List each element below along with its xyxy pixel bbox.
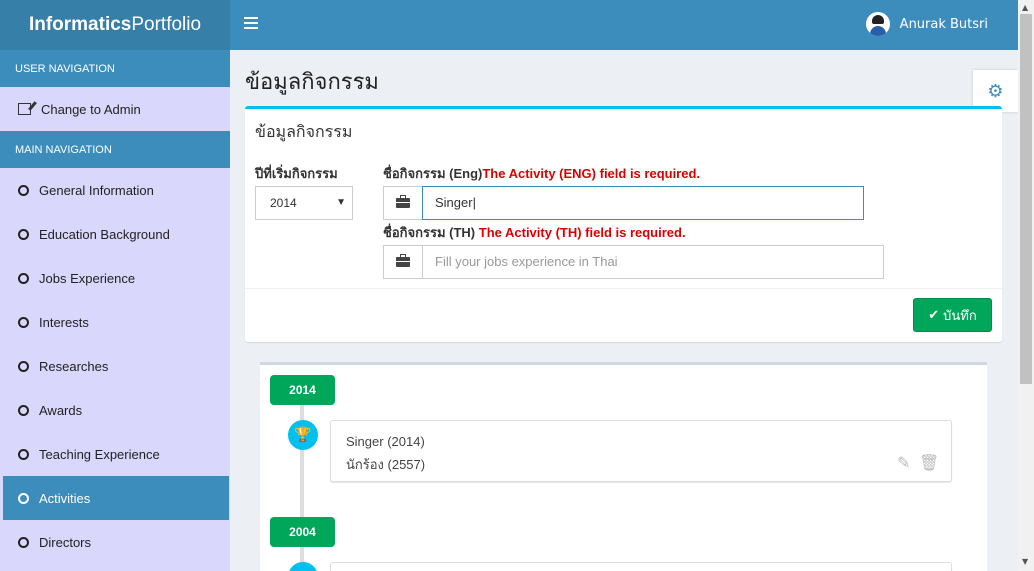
th-label: ชื่อกิจกรรม (TH) (383, 225, 476, 240)
activity-eng-input[interactable]: Singer| (422, 186, 864, 220)
year-label: ปีที่เริ่มกิจกรรม (255, 166, 338, 181)
sidebar-item-label: Jobs Experience (39, 270, 136, 286)
eng-label-row: ชื่อกิจกรรม (Eng)The Activity (ENG) fiel… (383, 163, 700, 184)
trash-icon[interactable]: 🗑 (919, 453, 939, 472)
activity-form-box: ข้อมูลกิจกรรม ปีที่เริ่มกิจกรรม 2014 ▼ ช… (245, 106, 1002, 342)
sidebar-item-interests[interactable]: Interests (0, 300, 230, 344)
user-menu[interactable]: Anurak Butsri (865, 12, 988, 36)
sidebar-item-jobs-experience[interactable]: Jobs Experience (0, 256, 230, 300)
gear-icon: ⚙ (987, 80, 1004, 102)
avatar (865, 12, 890, 36)
top-navbar: Anurak Butsri (230, 0, 1018, 50)
circle-icon (18, 404, 29, 416)
scrollbar-thumb[interactable] (1020, 14, 1032, 384)
page-title: ข้อมูลกิจกรรม (245, 70, 379, 95)
sidebar-item-label: Change to Admin (41, 101, 141, 117)
activity-th-input[interactable]: Fill your jobs experience in Thai (422, 245, 884, 279)
brand-logo[interactable]: Informatics Portfolio (0, 0, 230, 50)
th-addon (383, 245, 423, 279)
sidebar-item-general-information[interactable]: General Information (0, 168, 230, 212)
sidebar-item-education-background[interactable]: Education Background (0, 212, 230, 256)
sidebar: USER NAVIGATION Change to Admin MAIN NAV… (0, 50, 230, 571)
th-label-row: ชื่อกิจกรรม (TH) The Activity (TH) field… (383, 222, 686, 243)
circle-icon (18, 272, 29, 284)
year-select[interactable]: 2014 ▼ (255, 186, 353, 220)
sidebar-item-change-admin[interactable]: Change to Admin (0, 87, 230, 131)
sidebar-item-label: Education Background (39, 226, 170, 242)
sidebar-item-label: Awards (39, 402, 83, 418)
caret-down-icon: ▼ (336, 197, 346, 208)
sidebar-item-researches[interactable]: Researches (0, 344, 230, 388)
edit-icon (18, 103, 31, 115)
timeline-year-label: 2014 (270, 375, 335, 405)
divider (245, 288, 1002, 289)
sidebar-item-label: Directors (39, 534, 92, 550)
save-label: บันทึก (943, 307, 977, 323)
brand-bold: Informatics (28, 14, 132, 35)
brand-light: Portfolio (131, 14, 202, 35)
user-nav-header: USER NAVIGATION (0, 50, 230, 87)
circle-icon (18, 184, 29, 196)
timeline-year-label: 2004 (270, 517, 335, 547)
circle-icon (18, 316, 29, 328)
circle-icon (18, 448, 29, 460)
timeline-item: Singer (2014) นักร้อง (2557) ✎ 🗑 (330, 420, 952, 482)
sidebar-item-label: Researches (39, 358, 109, 374)
sidebar-item-label: Interests (39, 314, 89, 330)
eng-value: Singer (435, 195, 473, 210)
eng-label: ชื่อกิจกรรม (Eng) (383, 166, 483, 181)
sidebar-item-label: Teaching Experience (39, 446, 160, 462)
sidebar-item-label: Activities (39, 490, 91, 506)
check-icon: ✔ (928, 307, 940, 322)
sidebar-item-teaching-experience[interactable]: Teaching Experience (0, 432, 230, 476)
circle-icon (18, 492, 29, 504)
sidebar-item-directors[interactable]: Directors (0, 520, 230, 564)
circle-icon (18, 536, 29, 548)
briefcase-icon (396, 254, 410, 267)
save-button[interactable]: ✔ บันทึก (913, 298, 992, 332)
activity-th-text: นักร้อง (2557) (346, 457, 426, 472)
scroll-down-icon[interactable]: ▼ (1022, 557, 1028, 566)
menu-toggle-icon[interactable] (244, 17, 258, 31)
main-nav-header: MAIN NAVIGATION (0, 131, 230, 168)
eng-addon (383, 186, 423, 220)
circle-icon (18, 360, 29, 372)
sidebar-item-awards[interactable]: Awards (0, 388, 230, 432)
activity-eng-text: Singer (2014) (346, 434, 425, 449)
scroll-up-icon[interactable]: ▲ (1022, 3, 1028, 12)
th-placeholder: Fill your jobs experience in Thai (435, 254, 618, 269)
sidebar-item-activities[interactable]: Activities (3, 476, 229, 520)
circle-icon (18, 228, 29, 240)
th-error: The Activity (TH) field is required. (478, 225, 686, 240)
box-title: ข้อมูลกิจกรรม (255, 122, 353, 141)
item-actions: ✎ 🗑 (897, 453, 939, 472)
trophy-icon: 🏆 (288, 420, 318, 450)
edit-icon[interactable]: ✎ (897, 453, 915, 472)
user-name: Anurak Butsri (899, 16, 988, 32)
year-value: 2014 (270, 196, 297, 210)
timeline-item (330, 562, 952, 571)
eng-error: The Activity (ENG) field is required. (482, 166, 701, 181)
sidebar-item-label: General Information (39, 182, 154, 198)
briefcase-icon (396, 195, 410, 208)
